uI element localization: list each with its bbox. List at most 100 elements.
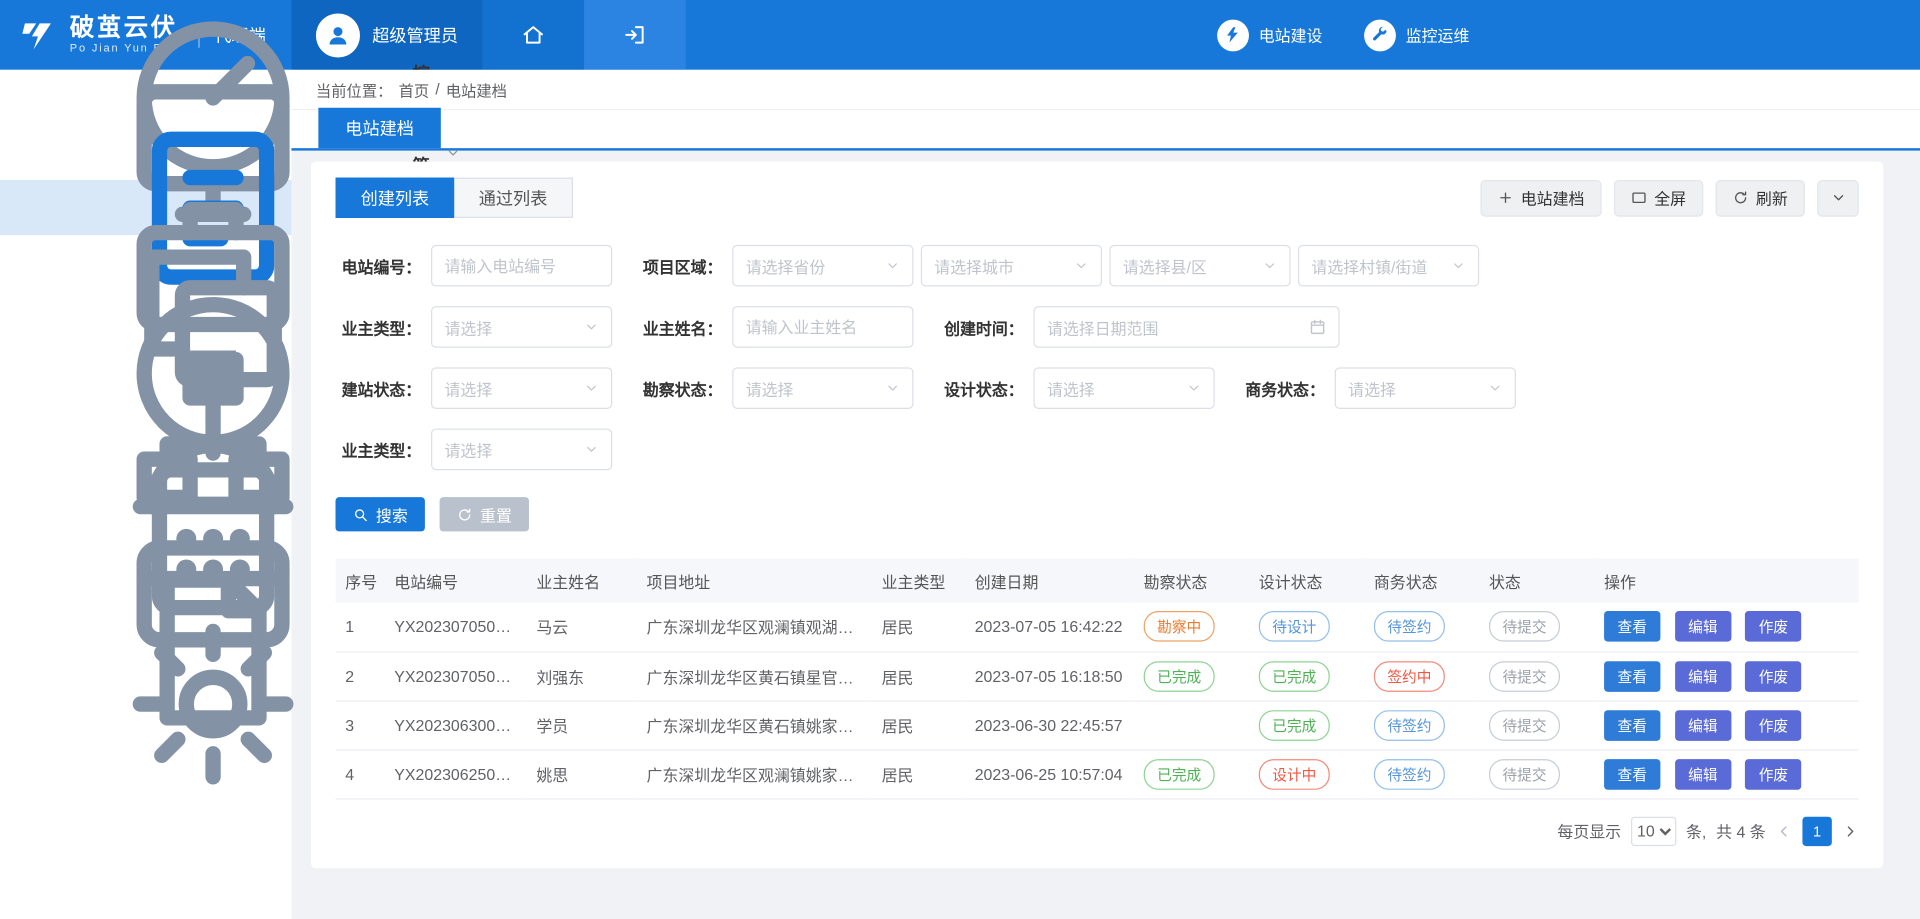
filter-row-1: 电站编号： 项目区域： 请选择省份 请选择城市 请选择县/区 请选择村镇/街道 <box>336 245 1859 287</box>
nav-monitoring-ops[interactable]: 监控运维 <box>1364 19 1469 51</box>
status-badge: 已完成 <box>1259 710 1330 741</box>
chevron-down-icon <box>584 320 599 335</box>
county-select[interactable]: 请选择县/区 <box>1109 245 1290 287</box>
town-select[interactable]: 请选择村镇/街道 <box>1298 245 1479 287</box>
sign-in-icon <box>623 23 646 46</box>
per-page-select[interactable]: 10 <box>1631 816 1676 845</box>
status-badge: 待提交 <box>1489 759 1560 790</box>
chevron-down-icon <box>1187 381 1202 396</box>
status-badge: 设计中 <box>1259 759 1330 790</box>
edit-button[interactable]: 编辑 <box>1675 661 1731 692</box>
chevron-down-icon <box>885 381 900 396</box>
status-badge: 勘察中 <box>1144 611 1215 642</box>
station-table: 序号 电站编号 业主姓名 项目地址 业主类型 创建日期 勘察状态 设计状态 商务… <box>336 558 1859 799</box>
province-select[interactable]: 请选择省份 <box>732 245 913 287</box>
owner-type-2-select[interactable]: 请选择 <box>431 429 612 471</box>
app-window: 破茧云伏 Po Jian Yun Fu 代理端 超级管理员 电站建设 监控运维 <box>0 0 1920 919</box>
status-badge: 待提交 <box>1489 611 1560 642</box>
filter-owner-type: 业主类型： 请选择 <box>336 306 613 348</box>
chevron-left-icon <box>1776 822 1793 839</box>
wrench-icon <box>1364 19 1396 51</box>
home-button[interactable] <box>482 0 584 70</box>
sidebar-item-system-settings[interactable]: 系统设置 <box>0 676 291 731</box>
chevron-down-icon <box>1451 258 1466 273</box>
prev-page-button[interactable] <box>1776 822 1793 839</box>
chevron-down-icon <box>1830 190 1846 206</box>
main-content: 当前位置： 首页 / 电站建档 电站建档 创建列表 通过列表 电站建档 <box>291 70 1920 919</box>
nav-station-construction[interactable]: 电站建设 <box>1217 19 1322 51</box>
table-row: 3 YX2023063000009 学员 广东深圳龙华区黄石镇姚家庄... 居民… <box>336 700 1859 749</box>
filter-owner-name: 业主姓名： <box>637 306 914 348</box>
breadcrumb-home-link[interactable]: 首页 <box>399 78 430 101</box>
reset-button[interactable]: 重置 <box>440 497 529 531</box>
page-1-button[interactable]: 1 <box>1802 816 1831 845</box>
view-button[interactable]: 查看 <box>1604 611 1660 642</box>
edit-button[interactable]: 编辑 <box>1675 611 1731 642</box>
tab-create-list[interactable]: 创建列表 <box>336 178 455 218</box>
status-badge: 已完成 <box>1259 661 1330 692</box>
fullscreen-button[interactable]: 全屏 <box>1614 179 1703 216</box>
pagination: 每页显示 10 条, 共 4 条 1 <box>336 816 1859 845</box>
page-tab-bar: 电站建档 <box>291 110 1920 150</box>
breadcrumb-current: 电站建档 <box>446 78 507 101</box>
create-station-button[interactable]: 电站建档 <box>1480 179 1601 216</box>
edit-button[interactable]: 编辑 <box>1675 759 1731 790</box>
tab-passed-list[interactable]: 通过列表 <box>454 178 573 218</box>
city-select[interactable]: 请选择城市 <box>921 245 1102 287</box>
edit-button[interactable]: 编辑 <box>1675 710 1731 741</box>
table-row: 2 YX2023070500010 刘强东 广东深圳龙华区黄石镇星官大... 居… <box>336 651 1859 700</box>
design-status-select[interactable]: 请选择 <box>1033 367 1214 409</box>
page-tab-station-filing[interactable]: 电站建档 <box>318 108 440 148</box>
search-button[interactable]: 搜索 <box>336 497 425 531</box>
void-button[interactable]: 作废 <box>1745 710 1801 741</box>
status-badge: 待提交 <box>1489 661 1560 692</box>
status-badge: 签约中 <box>1374 661 1445 692</box>
calendar-icon <box>1309 318 1326 335</box>
survey-status-select[interactable]: 请选择 <box>732 367 913 409</box>
sidebar: 控制台 常规管理 电站建档 项目立项 变更管理 电站终止 仓库管理 <box>0 70 291 919</box>
total-count: 共 4 条 <box>1716 819 1766 842</box>
top-nav: 电站建设 监控运维 <box>1217 0 1920 70</box>
plus-icon <box>1497 190 1513 206</box>
filter-owner-type-2: 业主类型： 请选择 <box>336 429 613 471</box>
view-button[interactable]: 查看 <box>1604 759 1660 790</box>
refresh-button[interactable]: 刷新 <box>1715 179 1804 216</box>
filter-actions: 搜索 重置 <box>336 497 1859 531</box>
view-button[interactable]: 查看 <box>1604 661 1660 692</box>
status-badge: 待签约 <box>1374 710 1445 741</box>
filter-row-2: 业主类型： 请选择 业主姓名： 创建时间： 请选择日期范围 <box>336 306 1859 348</box>
collapse-toolbar-button[interactable] <box>1817 179 1859 216</box>
next-page-button[interactable] <box>1842 822 1859 839</box>
filter-business-status: 商务状态： 请选择 <box>1239 367 1516 409</box>
filter-design-status: 设计状态： 请选择 <box>938 367 1215 409</box>
date-range-picker[interactable]: 请选择日期范围 <box>1033 306 1339 348</box>
logout-button[interactable] <box>584 0 686 70</box>
station-no-input[interactable] <box>431 245 612 287</box>
void-button[interactable]: 作废 <box>1745 611 1801 642</box>
lightning-icon <box>1217 19 1249 51</box>
toolbar: 电站建档 全屏 刷新 <box>1468 179 1859 216</box>
business-status-select[interactable]: 请选择 <box>1335 367 1516 409</box>
status-badge: 待设计 <box>1259 611 1330 642</box>
card-header: 创建列表 通过列表 电站建档 全屏 刷新 <box>336 178 1859 218</box>
owner-name-input[interactable] <box>732 306 913 348</box>
build-status-select[interactable]: 请选择 <box>431 367 612 409</box>
chevron-down-icon <box>1074 258 1089 273</box>
void-button[interactable]: 作废 <box>1745 661 1801 692</box>
status-badge <box>1144 723 1213 730</box>
table-header-row: 序号 电站编号 业主姓名 项目地址 业主类型 创建日期 勘察状态 设计状态 商务… <box>336 558 1859 602</box>
search-icon <box>353 506 369 522</box>
fullscreen-icon <box>1631 190 1647 206</box>
filter-region: 项目区域： 请选择省份 请选择城市 请选择县/区 请选择村镇/街道 <box>637 245 1479 287</box>
chevron-right-icon <box>1842 822 1859 839</box>
owner-type-select[interactable]: 请选择 <box>431 306 612 348</box>
per-page-label: 每页显示 <box>1557 819 1621 842</box>
status-badge: 已完成 <box>1144 661 1215 692</box>
void-button[interactable]: 作废 <box>1745 759 1801 790</box>
view-button[interactable]: 查看 <box>1604 710 1660 741</box>
filter-station-no: 电站编号： <box>336 245 613 287</box>
filter-row-3: 建站状态： 请选择 勘察状态： 请选择 设计状态： 请选择 商务状态： 请选择 <box>336 367 1859 409</box>
filter-create-time: 创建时间： 请选择日期范围 <box>938 306 1340 348</box>
chevron-down-icon <box>584 442 599 457</box>
breadcrumb-prefix: 当前位置： <box>316 78 393 101</box>
